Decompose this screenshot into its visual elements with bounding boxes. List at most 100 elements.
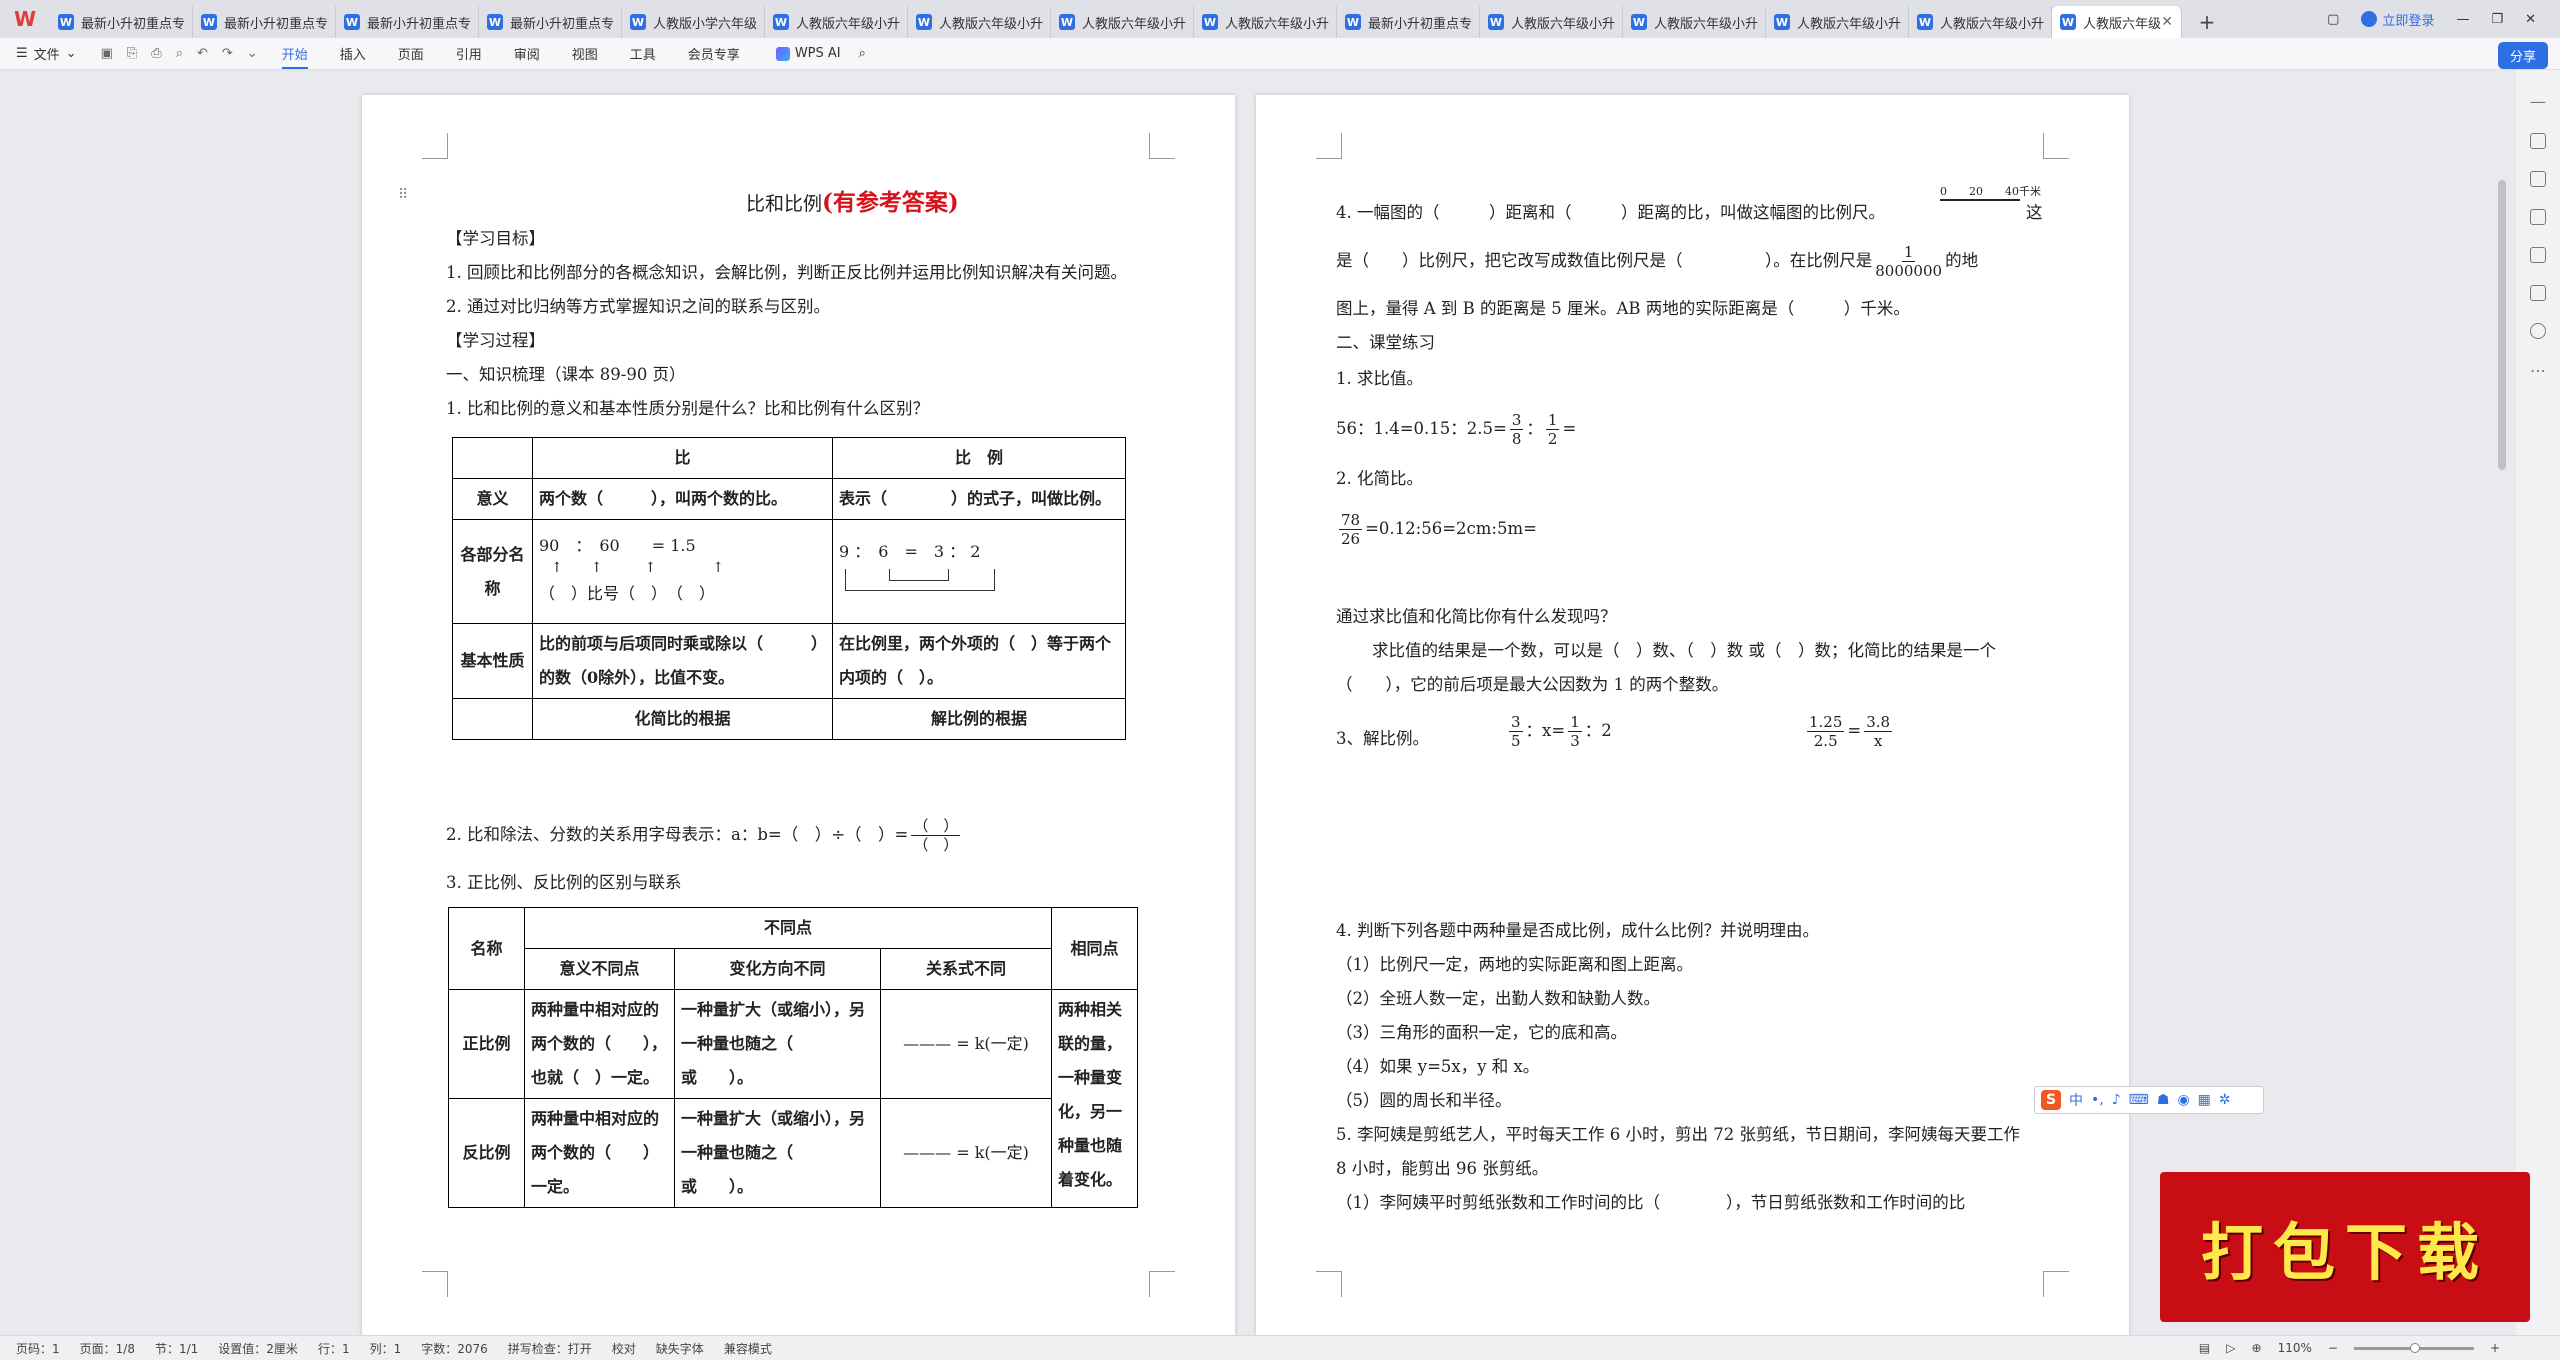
tab-label: 最新小升初重点专: [1368, 16, 1473, 32]
sogou-icon: S: [2041, 1090, 2061, 1110]
ime-mode: 中: [2069, 1093, 2083, 1109]
login-button[interactable]: 立即登录: [2361, 10, 2434, 29]
search-icon[interactable]: ⌕: [859, 46, 866, 61]
titlebar-right: ▢ 立即登录 — ❐ ✕: [2327, 0, 2560, 38]
more-icon[interactable]: ⋯: [2530, 361, 2546, 380]
web-view-icon[interactable]: ⊕: [2252, 1341, 2262, 1355]
select-icon[interactable]: [2530, 171, 2546, 187]
settings-icon[interactable]: [2530, 209, 2546, 225]
row-inverse-proportion: 反比例: [448, 1098, 525, 1208]
vertical-scrollbar[interactable]: [2498, 180, 2506, 470]
close-icon[interactable]: ✕: [2525, 12, 2536, 27]
q4-line-2-end: 的地: [1945, 251, 1979, 270]
collapse-icon[interactable]: —: [2530, 92, 2546, 111]
skin-icon[interactable]: ☗: [2157, 1092, 2170, 1108]
menu-item[interactable]: 工具: [630, 44, 656, 63]
save-icon[interactable]: ▣: [101, 46, 113, 61]
status-item[interactable]: 缺失字体: [656, 1340, 704, 1357]
status-item[interactable]: 拼写检查：打开: [508, 1340, 592, 1357]
tab-label: 人教版六年级小升: [1797, 16, 1902, 32]
header-similarities: 相同点: [1051, 907, 1138, 990]
ai-icon[interactable]: [2530, 247, 2546, 263]
export-icon[interactable]: ⎘: [127, 46, 137, 61]
wps-logo-icon[interactable]: W: [0, 0, 50, 38]
print-preview-icon[interactable]: ⌕: [176, 46, 183, 61]
zoom-slider-knob[interactable]: [2409, 1342, 2420, 1353]
more-chevron-icon[interactable]: ⌄: [247, 46, 258, 61]
menu-item[interactable]: 开始: [281, 38, 308, 69]
ribbon-toolbar: ☰ 文件 ⌄ ▣ ⎘ ⎙ ⌕ ↶ ↷ ⌄ 开始 插入 页面 引用 审阅 视图 工具 会员专享 WP…: [0, 38, 2560, 70]
keyboard-icon[interactable]: ⌨: [2129, 1092, 2149, 1108]
wps-ai-button[interactable]: WPS AI: [775, 46, 841, 61]
mic-icon[interactable]: ♪: [2112, 1092, 2121, 1108]
zoom-out-icon[interactable]: −: [2328, 1341, 2338, 1355]
close-tab-icon[interactable]: ✕: [2161, 14, 2173, 30]
part-two-heading: 二、课堂练习: [1336, 333, 1435, 352]
fraction: 3.8 x: [1864, 713, 1893, 750]
game-icon[interactable]: ◉: [2177, 1092, 2189, 1108]
zoom-slider[interactable]: [2353, 1342, 2474, 1353]
document-tab[interactable]: W 人教版六年级小升: [765, 6, 908, 38]
exercise-5-line-1: 5. 李阿姨是剪纸艺人，平时每天工作 6 小时，剪出 72 张剪纸，节日期间，李…: [1336, 1125, 2020, 1144]
tools-icon[interactable]: [2530, 285, 2546, 301]
document-tab[interactable]: W 人教版六年级 ✕: [2052, 6, 2182, 38]
cell-direct-change: 一种量扩大（或缩小），另一种量也随之（ 或 ）。: [674, 989, 881, 1099]
q4-line-1: 4. 一幅图的（ ）距离和（ ）距离的比，叫做这幅图的比例尺。: [1336, 199, 1885, 223]
document-tab[interactable]: W 最新小升初重点专: [50, 6, 193, 38]
settings-icon[interactable]: ✲: [2219, 1092, 2231, 1108]
header-meaning: 意义不同点: [524, 948, 675, 990]
edit-icon[interactable]: [2530, 133, 2546, 149]
input-method-toolbar[interactable]: S 中 •, ♪ ⌨ ☗ ◉ ▦ ✲: [2034, 1086, 2264, 1114]
page-1[interactable]: ⠿ 比和比例(有参考答案) 【学习目标】 1. 回顾比和比例部分的各概念知识，会…: [362, 95, 1235, 1335]
document-tab[interactable]: W 人教版六年级小升: [1194, 6, 1337, 38]
document-tab[interactable]: W 最新小升初重点专: [479, 6, 622, 38]
grid-icon[interactable]: ▦: [2198, 1092, 2211, 1108]
menu-item[interactable]: 审阅: [514, 44, 540, 63]
page-2[interactable]: 4. 一幅图的（ ）距离和（ ）距离的比，叫做这幅图的比例尺。 0 20 40千…: [1256, 95, 2129, 1335]
document-tab[interactable]: W 人教版六年级小升: [1480, 6, 1623, 38]
tab-label: 人教版六年级小升: [939, 16, 1044, 32]
document-tab[interactable]: W 人教版六年级小升: [1623, 6, 1766, 38]
redo-icon[interactable]: ↷: [222, 46, 233, 61]
word-doc-icon: W: [2060, 14, 2076, 30]
status-item[interactable]: 兼容模式: [724, 1340, 772, 1357]
share-button[interactable]: 分享: [2497, 42, 2548, 69]
document-tab[interactable]: W 最新小升初重点专: [193, 6, 336, 38]
fraction: 12: [1545, 411, 1560, 448]
status-item: 节：1/1: [154, 1341, 199, 1356]
menu-item[interactable]: 引用: [456, 44, 482, 63]
menu-item[interactable]: 视图: [572, 44, 598, 63]
margin-corner: [2043, 1271, 2069, 1297]
word-doc-icon: W: [773, 14, 789, 30]
document-canvas[interactable]: ⠿ 比和比例(有参考答案) 【学习目标】 1. 回顾比和比例部分的各概念知识，会…: [0, 70, 2560, 1335]
menu-item[interactable]: 会员专享: [688, 44, 740, 63]
menu-item[interactable]: 插入: [340, 44, 366, 63]
minimize-icon[interactable]: —: [2456, 12, 2469, 27]
restore-icon[interactable]: ❐: [2491, 12, 2503, 27]
help-icon[interactable]: [2530, 323, 2546, 339]
play-icon[interactable]: ▷: [2226, 1341, 2235, 1355]
window-layout-icon[interactable]: ▢: [2327, 12, 2339, 27]
menu-item[interactable]: 页面: [398, 44, 424, 63]
document-tab[interactable]: W 最新小升初重点专: [1337, 6, 1480, 38]
undo-icon[interactable]: ↶: [197, 46, 208, 61]
view-mode-icon[interactable]: ▤: [2199, 1341, 2210, 1355]
document-tab[interactable]: W 最新小升初重点专: [336, 6, 479, 38]
zoom-level[interactable]: 110%: [2278, 1341, 2312, 1355]
document-tab[interactable]: W 人教版六年级小升: [908, 6, 1051, 38]
document-tab[interactable]: W 人教版六年级小升: [1766, 6, 1909, 38]
zoom-in-icon[interactable]: +: [2490, 1341, 2500, 1355]
word-doc-icon: W: [344, 14, 360, 30]
download-promo-banner[interactable]: 打包下载: [2160, 1172, 2530, 1322]
document-tab[interactable]: W 人教版六年级小升: [1909, 6, 2052, 38]
new-tab-button[interactable]: +: [2182, 6, 2232, 38]
file-menu[interactable]: ☰ 文件 ⌄: [16, 44, 77, 63]
document-tab[interactable]: W 人教版六年级小升: [1051, 6, 1194, 38]
print-icon[interactable]: ⎙: [151, 46, 161, 61]
status-item[interactable]: 校对: [612, 1340, 636, 1357]
punctuation-icon[interactable]: •,: [2091, 1092, 2104, 1108]
document-tab[interactable]: W 人教版小学六年级: [622, 6, 765, 38]
word-doc-icon: W: [916, 14, 932, 30]
header-change: 变化方向不同: [674, 948, 881, 990]
drag-handle-icon[interactable]: ⠿: [398, 187, 408, 203]
